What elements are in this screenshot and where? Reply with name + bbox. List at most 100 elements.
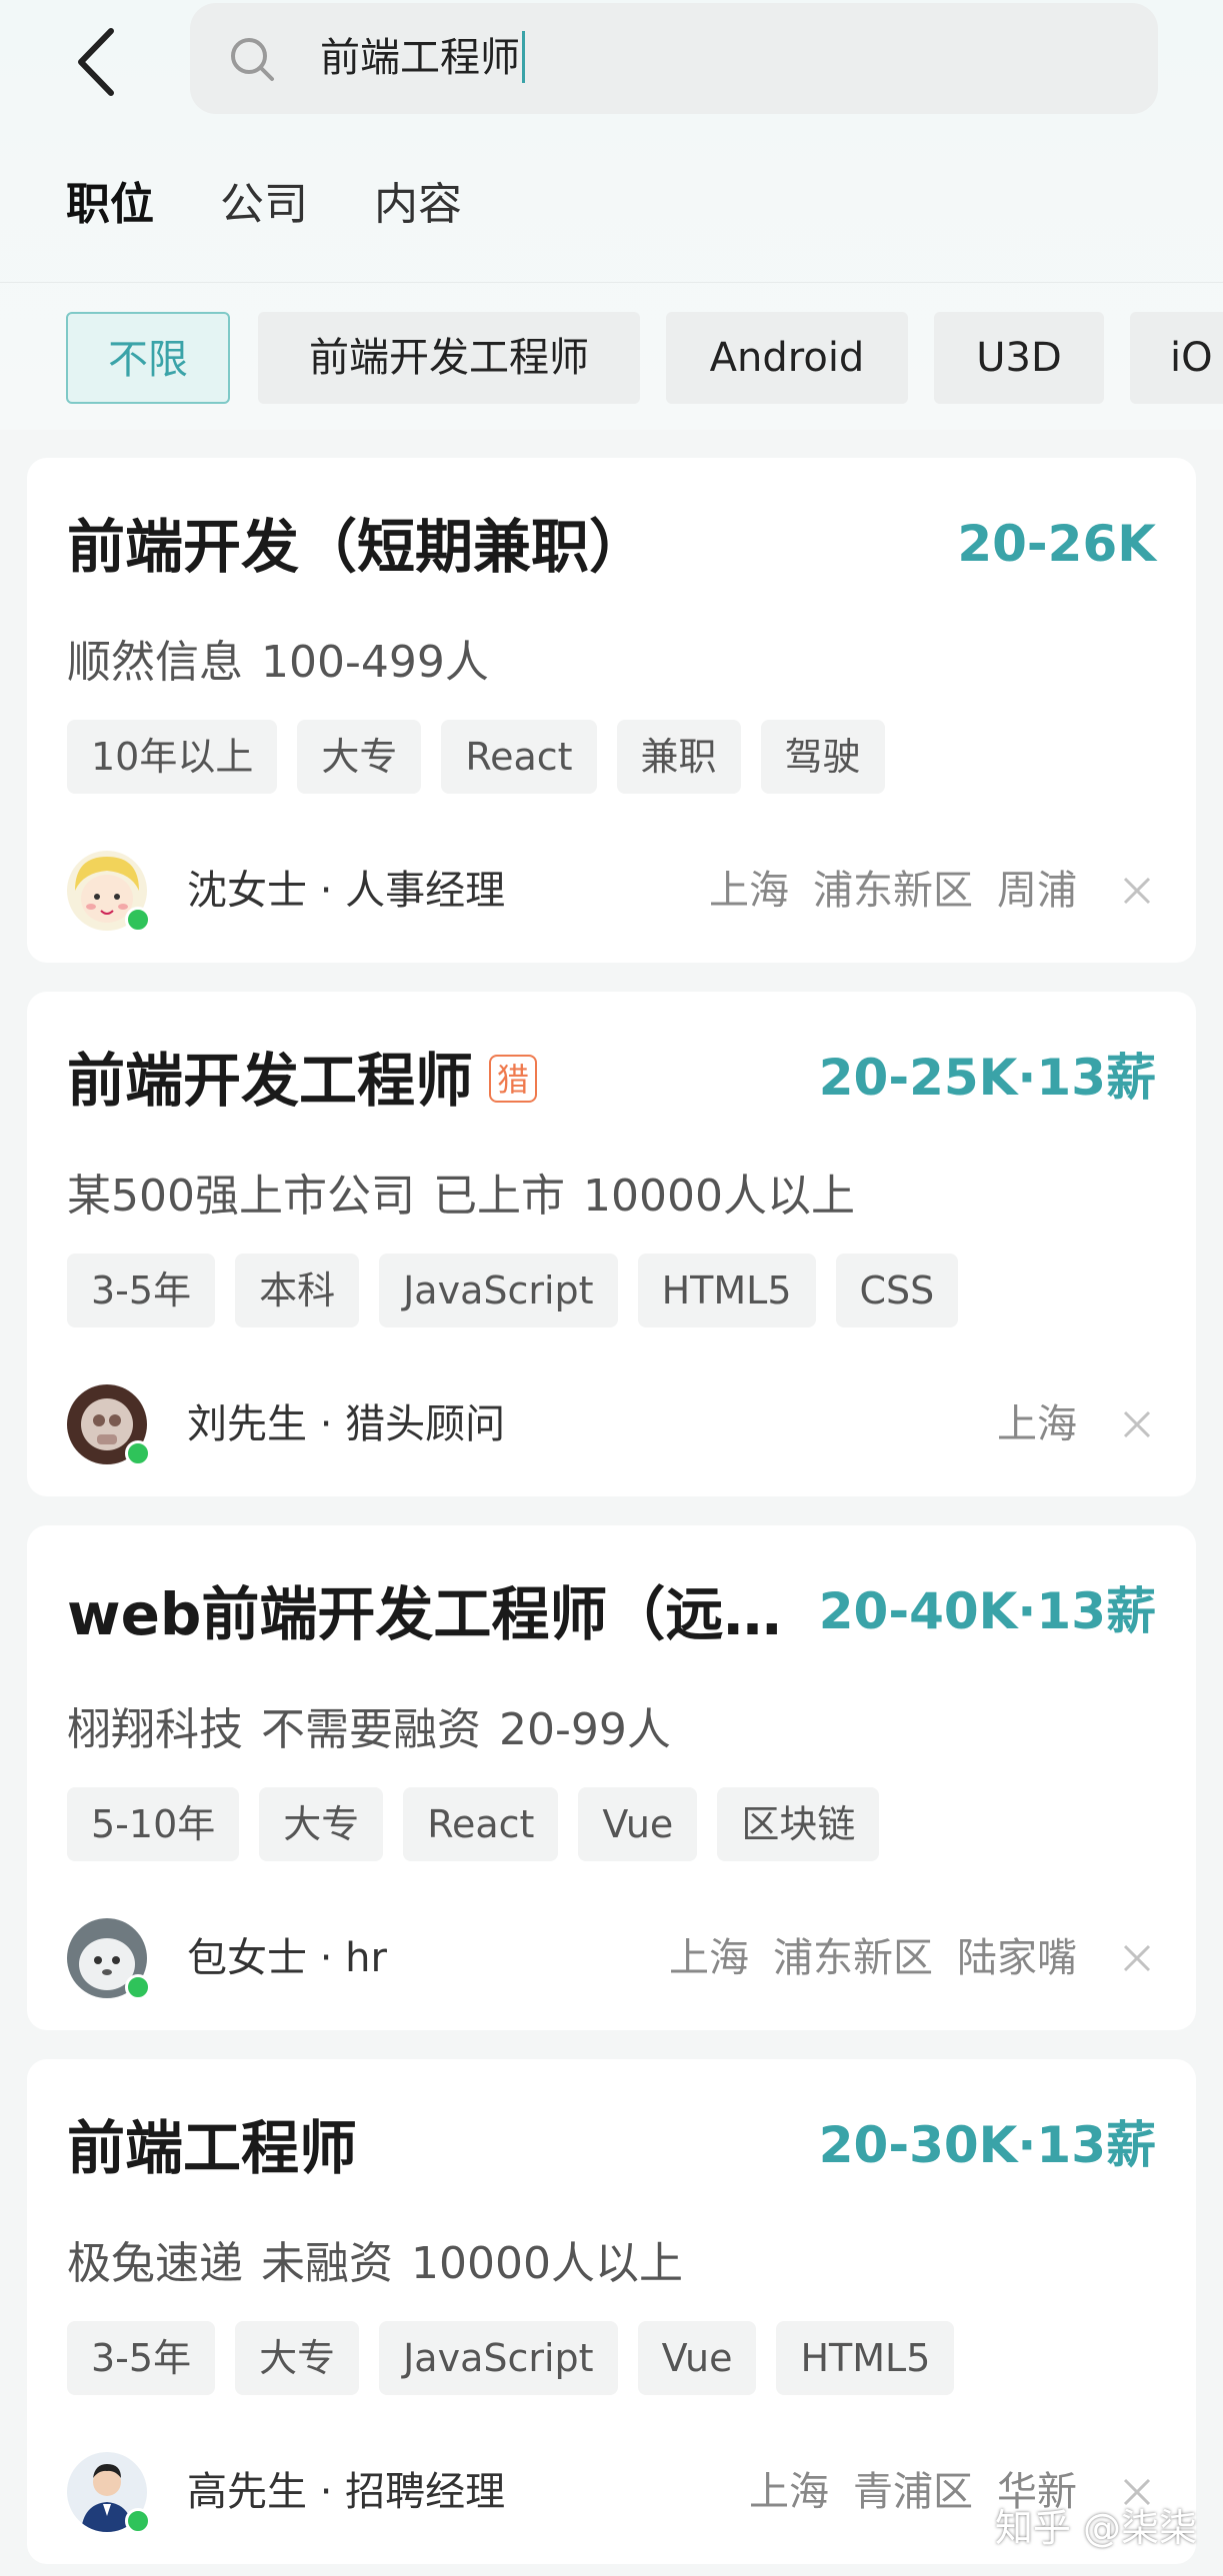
company-name: 栩翔科技 [67,1704,243,1755]
company-name: 极兔速递 [67,2238,243,2289]
job-tag: 5-10年 [67,1787,240,1861]
job-location: 上海 浦东新区 周浦 [685,851,1077,931]
location-city: 上海 [749,2469,829,2515]
job-title: 前端开发工程师猎 [67,1044,538,1115]
filter-chip-ios[interactable]: iO [1130,312,1223,404]
search-icon [231,38,274,81]
job-salary: 20-26K [957,515,1156,573]
job-tag: 区块链 [717,1787,880,1861]
recruiter-name: 高先生 · 招聘经理 [187,2469,506,2515]
result-type-tabs: 职位 公司 内容 [66,165,528,245]
online-status-dot [125,2508,151,2534]
job-tag: 兼职 [616,720,741,794]
job-salary: 20-40K·13薪 [818,1582,1156,1640]
job-tags: 10年以上 大专 React 兼职 驾驶 [67,720,905,794]
job-tag: 大专 [235,2321,360,2395]
job-tag: 3-5年 [67,1254,216,1327]
tab-content[interactable]: 内容 [374,165,462,245]
job-card[interactable]: 前端开发（短期兼职） 20-26K 顺然信息 100-499人 10年以上 大专 … [27,458,1196,963]
company-info: 顺然信息 100-499人 [67,626,507,690]
job-card[interactable]: web前端开发工程师（远程... 20-40K·13薪 栩翔科技 不需要融资 20-… [27,1525,1196,2030]
job-tag: Vue [578,1787,698,1861]
job-tag: 驾驶 [760,720,885,794]
job-tags: 3-5年 本科 JavaScript HTML5 CSS [67,1254,978,1327]
job-tag: 本科 [235,1254,360,1327]
location-city: 上海 [709,868,789,914]
recruiter-name: 沈女士 · 人事经理 [187,868,506,914]
job-tag: JavaScript [379,1254,618,1327]
avatar[interactable] [67,1384,151,1466]
company-size: 10000人以上 [582,1171,855,1222]
job-tags: 5-10年 大专 React Vue 区块链 [67,1787,899,1861]
company-size: 20-99人 [499,1704,671,1755]
job-location: 上海 [973,1384,1077,1464]
job-tag: 大专 [297,720,422,794]
job-title: web前端开发工程师（远程... [67,1577,827,1647]
location-area: 周浦 [997,868,1077,914]
company-name: 顺然信息 [67,637,243,688]
job-tag: 10年以上 [67,720,278,794]
job-tag: 3-5年 [67,2321,216,2395]
company-info: 栩翔科技 不需要融资 20-99人 [67,1693,689,1757]
job-title: 前端工程师 [67,2111,357,2181]
company-stage: 不需要融资 [261,1704,481,1755]
company-info: 极兔速递 未融资 10000人以上 [67,2227,701,2291]
job-location: 上海 浦东新区 陆家嘴 [645,1918,1077,1998]
recruiter-row: 高先生 · 招聘经理 上海 青浦区 华新 [67,2452,1157,2534]
job-card[interactable]: 前端开发工程师猎 20-25K·13薪 某500强上市公司 已上市 10000人以上… [27,992,1196,1496]
job-tag: HTML5 [776,2321,955,2395]
job-tag: HTML5 [637,1254,816,1327]
location-district: 青浦区 [853,2469,973,2515]
company-name: 某500强上市公司 [67,1171,415,1222]
search-input[interactable]: 前端工程师 [320,3,525,114]
text-caret [522,31,525,83]
job-card[interactable]: 前端工程师 20-30K·13薪 极兔速递 未融资 10000人以上 3-5年 大专… [27,2059,1196,2564]
filter-chip-android[interactable]: Android [666,312,908,404]
company-stage: 未融资 [261,2238,393,2289]
back-button[interactable] [60,22,130,102]
watermark: 知乎 @柒柒 [994,2506,1197,2550]
dismiss-icon[interactable] [1117,1404,1157,1444]
avatar[interactable] [67,1918,151,2000]
job-tag: React [403,1787,559,1861]
avatar[interactable] [67,851,151,933]
company-info: 某500强上市公司 已上市 10000人以上 [67,1160,873,1224]
location-area: 陆家嘴 [957,1935,1077,1981]
job-tags: 3-5年 大专 JavaScript Vue HTML5 [67,2321,974,2395]
job-tag: Vue [637,2321,757,2395]
filter-chips: 不限 前端开发工程师 Android U3D iO [0,312,1223,404]
recruiter-name: 包女士 · hr [187,1935,387,1981]
location-district: 浦东新区 [773,1935,933,1981]
online-status-dot [125,1974,151,2000]
recruiter-row: 刘先生 · 猎头顾问 上海 [67,1384,1157,1466]
avatar[interactable] [67,2452,151,2534]
filter-chip-unlimited[interactable]: 不限 [66,312,230,404]
company-size: 100-499人 [261,637,489,688]
filter-chip-u3d[interactable]: U3D [934,312,1104,404]
tab-companies[interactable]: 公司 [220,165,308,245]
job-title-text: 前端开发工程师 [67,1047,474,1115]
job-salary: 20-30K·13薪 [818,2116,1156,2174]
search-input-value: 前端工程师 [320,35,520,81]
recruiter-name: 刘先生 · 猎头顾问 [187,1401,506,1447]
dismiss-icon[interactable] [1117,871,1157,911]
tabs-divider [0,282,1223,283]
dismiss-icon[interactable] [1117,1938,1157,1978]
filter-chip-frontend-dev[interactable]: 前端开发工程师 [258,312,640,404]
job-title-text: 前端开发（短期兼职） [67,513,648,581]
job-title-text: 前端工程师 [67,2114,358,2182]
job-tag: 大专 [259,1787,384,1861]
location-district: 浦东新区 [813,868,973,914]
search-bar[interactable]: 前端工程师 [190,3,1158,114]
company-size: 10000人以上 [411,2238,683,2289]
recruiter-row: 包女士 · hr 上海 浦东新区 陆家嘴 [67,1918,1157,2000]
tab-positions[interactable]: 职位 [66,165,154,245]
headhunter-badge: 猎 [489,1054,538,1103]
recruiter-row: 沈女士 · 人事经理 上海 浦东新区 周浦 [67,851,1157,933]
chevron-left-icon [78,28,114,96]
location-city: 上海 [669,1935,749,1981]
online-status-dot [125,907,151,933]
job-title: 前端开发（短期兼职） [67,510,647,580]
job-title-text: web前端开发工程师（远程... [67,1580,827,1648]
location-city: 上海 [997,1401,1077,1447]
